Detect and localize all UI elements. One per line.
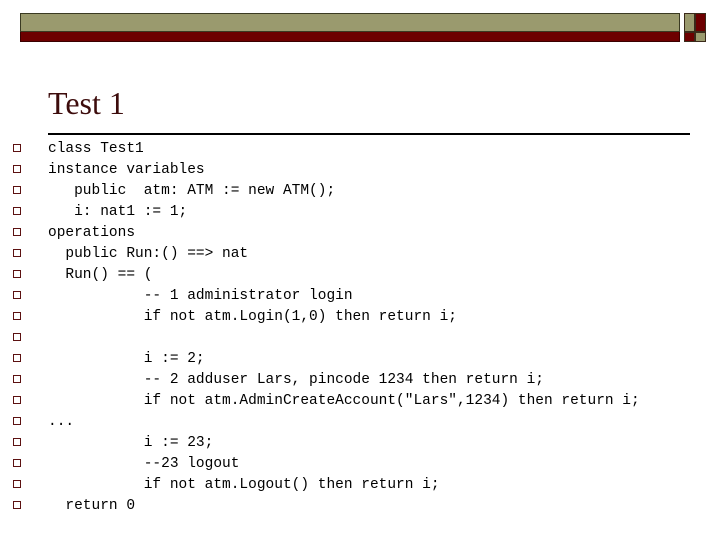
list-item-label: if not atm.Login(1,0) then return i; [48,309,457,325]
slide-title: Test 1 [48,85,125,121]
square-bullet-icon [13,417,21,425]
list-item: public Run:() ==> nat [0,244,720,265]
list-item: operations [0,223,720,244]
list-item-label: i: nat1 := 1; [48,204,188,220]
square-bullet-icon [13,228,21,236]
list-item: instance variables [0,160,720,181]
checker-cell-bottom-left [684,32,695,42]
list-item-label: return 0 [48,498,136,514]
list-item: -- 2 adduser Lars, pincode 1234 then ret… [0,370,720,391]
list-item-label: i := 23; [48,435,214,451]
header-olive-band [20,13,680,32]
list-item-label: public atm: ATM := new ATM(); [48,183,336,199]
list-item: public atm: ATM := new ATM(); [0,181,720,202]
list-item: if not atm.Login(1,0) then return i; [0,307,720,328]
list-item: i := 2; [0,349,720,370]
list-item-label: ... [48,414,75,430]
list-item-label: if not atm.Logout() then return i; [48,477,440,493]
checker-cell-top-right [695,13,706,32]
square-bullet-icon [13,375,21,383]
checker-cell-bottom-right [695,32,706,42]
slide-header-banner [20,13,680,42]
list-item-label: instance variables [48,162,205,178]
slide-body-list: class Test1 instance variables public atm… [0,139,720,517]
square-bullet-icon [13,459,21,467]
square-bullet-icon [13,480,21,488]
square-bullet-icon [13,354,21,362]
square-bullet-icon [13,438,21,446]
title-divider-rule [48,133,690,135]
square-bullet-icon [13,396,21,404]
square-bullet-icon [13,249,21,257]
list-item-label: --23 logout [48,456,240,472]
list-item: if not atm.Logout() then return i; [0,475,720,496]
square-bullet-icon [13,312,21,320]
header-maroon-band [20,32,680,42]
header-checker-decoration [684,13,706,42]
square-bullet-icon [13,207,21,215]
list-item-label: if not atm.AdminCreateAccount("Lars",123… [48,393,640,409]
checker-cell-top-left [684,13,695,32]
list-item-label: class Test1 [48,141,144,157]
list-item-label: -- 1 administrator login [48,288,353,304]
list-item-label: operations [48,225,136,241]
list-item [0,328,720,349]
list-item: --23 logout [0,454,720,475]
square-bullet-icon [13,291,21,299]
square-bullet-icon [13,186,21,194]
square-bullet-icon [13,270,21,278]
list-item-label: -- 2 adduser Lars, pincode 1234 then ret… [48,372,544,388]
list-item: return 0 [0,496,720,517]
square-bullet-icon [13,333,21,341]
list-item: Run() == ( [0,265,720,286]
list-item: i := 23; [0,433,720,454]
list-item: if not atm.AdminCreateAccount("Lars",123… [0,391,720,412]
list-item: i: nat1 := 1; [0,202,720,223]
list-item: ... [0,412,720,433]
square-bullet-icon [13,501,21,509]
list-item-label: Run() == ( [48,267,153,283]
square-bullet-icon [13,165,21,173]
square-bullet-icon [13,144,21,152]
list-item: class Test1 [0,139,720,160]
list-item: -- 1 administrator login [0,286,720,307]
list-item-label: i := 2; [48,351,205,367]
list-item-label: public Run:() ==> nat [48,246,249,262]
presentation-slide: Test 1 class Test1 instance variables pub… [0,0,720,540]
